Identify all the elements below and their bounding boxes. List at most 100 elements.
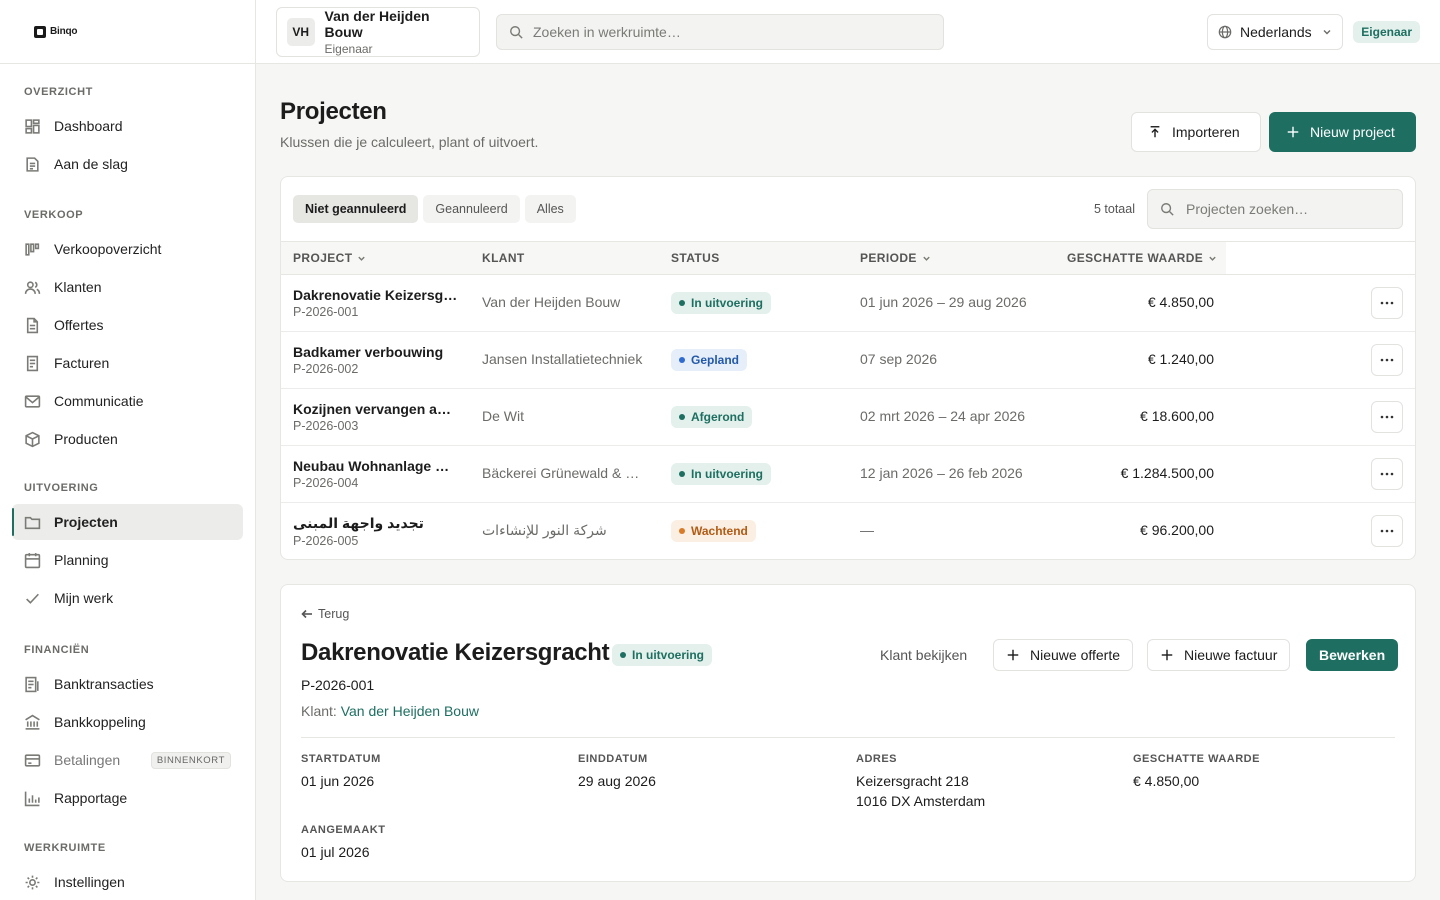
project-name[interactable]: Badkamer verbouwing — [293, 344, 458, 360]
row-actions-button[interactable] — [1371, 401, 1403, 433]
row-actions-button[interactable] — [1371, 287, 1403, 319]
sidebar-item-label: Banktransacties — [54, 676, 154, 692]
document-icon — [26, 317, 39, 333]
row-actions-button[interactable] — [1371, 344, 1403, 376]
brand-name: Binqo — [50, 26, 78, 37]
table-row[interactable]: Neubau Wohnanlage Charlottenburg P-2026-… — [281, 446, 1415, 503]
new-invoice-button[interactable]: Nieuwe factuur — [1147, 639, 1291, 671]
workspace-name: Van der Heijden Bouw — [324, 8, 430, 40]
field-label: AANGEMAAKT — [301, 824, 386, 836]
sidebar-item-label: Instellingen — [54, 874, 125, 890]
status-dot — [679, 414, 685, 420]
sidebar-item-label: Rapportage — [54, 790, 128, 806]
workspace-search-input[interactable]: Zoeken in werkruimte… — [496, 14, 944, 50]
project-name[interactable]: تجديد واجهة المبنى — [293, 515, 458, 532]
sidebar-item-mijn-werk[interactable]: Mijn werk — [12, 580, 243, 616]
sort-chevron-icon — [923, 256, 930, 261]
tab-1[interactable]: Geannuleerd — [423, 195, 520, 223]
sidebar-heading: FINANCIËN — [24, 644, 90, 656]
status-badge: Afgerond — [671, 406, 753, 428]
language-select[interactable]: Nederlands — [1207, 14, 1343, 50]
project-name[interactable]: Kozijnen vervangen achtergevel — [293, 401, 458, 417]
address-line-2: 1016 DX Amsterdam — [856, 793, 986, 809]
sidebar-item-communicatie[interactable]: Communicatie — [12, 383, 243, 419]
cell-value: € 96.200,00 — [1140, 522, 1214, 538]
project-code: P-2026-004 — [293, 476, 359, 490]
cell-value: € 18.600,00 — [1140, 408, 1214, 424]
column-header-value[interactable]: GESCHATTE WAARDE — [1067, 242, 1217, 274]
checklist-icon — [26, 156, 39, 172]
cell-value: € 1.240,00 — [1147, 351, 1214, 367]
status-dot — [679, 357, 685, 363]
cell-client: Bäckerei Grünewald & Söhne — [482, 465, 647, 481]
sidebar-heading: VERKOOP — [24, 209, 84, 221]
search-icon — [1161, 203, 1174, 216]
workspace-switcher[interactable]: VH Van der Heijden Bouw Eigenaar — [276, 7, 480, 57]
arrow-left-icon — [301, 609, 312, 619]
status-badge: Wachtend — [671, 520, 756, 542]
row-actions-button[interactable] — [1371, 515, 1403, 547]
table-row[interactable]: Dakrenovatie Keizersgracht P-2026-001 Va… — [281, 275, 1415, 332]
dashboard-icon — [25, 118, 40, 134]
card-icon — [24, 753, 41, 767]
sidebar-item-label: Projecten — [54, 514, 118, 530]
chevron-down-icon — [1323, 30, 1331, 35]
import-button[interactable]: Importeren — [1131, 112, 1261, 152]
sidebar-item-bankkoppeling[interactable]: Bankkoppeling — [12, 704, 243, 740]
sidebar-item-instellingen[interactable]: Instellingen — [12, 864, 243, 900]
cell-client: Jansen Installatietechniek — [482, 351, 643, 367]
more-horizontal-icon — [1380, 301, 1394, 305]
sidebar-item-banktransacties[interactable]: Banktransacties — [12, 666, 243, 702]
workspace-avatar: VH — [287, 18, 315, 46]
table-row[interactable]: Badkamer verbouwing P-2026-002 Jansen In… — [281, 332, 1415, 389]
table-row[interactable]: Kozijnen vervangen achtergevel P-2026-00… — [281, 389, 1415, 446]
sidebar-item-facturen[interactable]: Facturen — [12, 345, 243, 381]
bank-icon — [25, 714, 40, 730]
sidebar-item-offertes[interactable]: Offertes — [12, 307, 243, 343]
sidebar-item-rapportage[interactable]: Rapportage — [12, 780, 243, 816]
back-link[interactable]: Terug — [301, 607, 349, 621]
sidebar-item-planning[interactable]: Planning — [12, 542, 243, 578]
view-client-button[interactable]: Klant bekijken — [880, 647, 967, 663]
column-header-status-label: STATUS — [671, 251, 720, 265]
sidebar-item-klanten[interactable]: Klanten — [12, 269, 243, 305]
sidebar-heading: OVERZICHT — [24, 86, 93, 98]
projects-search-input[interactable]: Projecten zoeken… — [1147, 189, 1403, 229]
globe-icon — [1218, 25, 1232, 39]
tab-0[interactable]: Niet geannuleerd — [293, 195, 419, 223]
project-detail-card: Terug Dakrenovatie Keizersgracht In uitv… — [280, 584, 1416, 882]
workspace-role: Eigenaar — [324, 42, 373, 56]
new-project-button[interactable]: Nieuw project — [1269, 112, 1416, 152]
field-value: 29 aug 2026 — [578, 773, 656, 789]
plus-icon — [1007, 649, 1019, 661]
more-horizontal-icon — [1380, 529, 1394, 533]
search-icon — [510, 26, 523, 39]
field-label: GESCHATTE WAARDE — [1133, 753, 1260, 765]
folder-icon — [24, 516, 41, 529]
sidebar-item-dashboard[interactable]: Dashboard — [12, 108, 243, 144]
sidebar-item-betalingen[interactable]: Betalingen BINNENKORT — [12, 742, 243, 778]
table-row[interactable]: تجديد واجهة المبنى P-2026-005 شركة النور… — [281, 503, 1415, 559]
row-actions-button[interactable] — [1371, 458, 1403, 490]
brand-logo[interactable]: Binqo — [0, 0, 255, 64]
sidebar-item-verkoopoverzicht[interactable]: Verkoopoverzicht — [12, 231, 243, 267]
project-code: P-2026-001 — [293, 305, 359, 319]
detail-title: Dakrenovatie Keizersgracht — [301, 639, 610, 666]
detail-client-link[interactable]: Van der Heijden Bouw — [341, 703, 479, 719]
project-name[interactable]: Dakrenovatie Keizersgracht — [293, 287, 458, 303]
cell-status: Wachtend — [671, 520, 756, 542]
column-header-project[interactable]: PROJECT — [293, 242, 366, 274]
sidebar-item-projecten[interactable]: Projecten — [12, 504, 243, 540]
project-name[interactable]: Neubau Wohnanlage Charlottenburg — [293, 458, 458, 474]
sidebar-item-aan-de-slag[interactable]: Aan de slag — [12, 146, 243, 182]
field-value: 01 jul 2026 — [301, 844, 370, 860]
new-quote-button[interactable]: Nieuwe offerte — [993, 639, 1134, 671]
check-icon — [26, 593, 39, 604]
edit-button[interactable]: Bewerken — [1306, 639, 1399, 671]
field-created: AANGEMAAKT 01 jul 2026 — [301, 824, 385, 862]
column-header-period-label: PERIODE — [860, 251, 917, 265]
workspace-search-placeholder: Zoeken in werkruimte… — [533, 24, 681, 40]
column-header-period[interactable]: PERIODE — [860, 242, 931, 274]
tab-2[interactable]: Alles — [524, 195, 576, 223]
sidebar-item-producten[interactable]: Producten — [12, 421, 243, 457]
